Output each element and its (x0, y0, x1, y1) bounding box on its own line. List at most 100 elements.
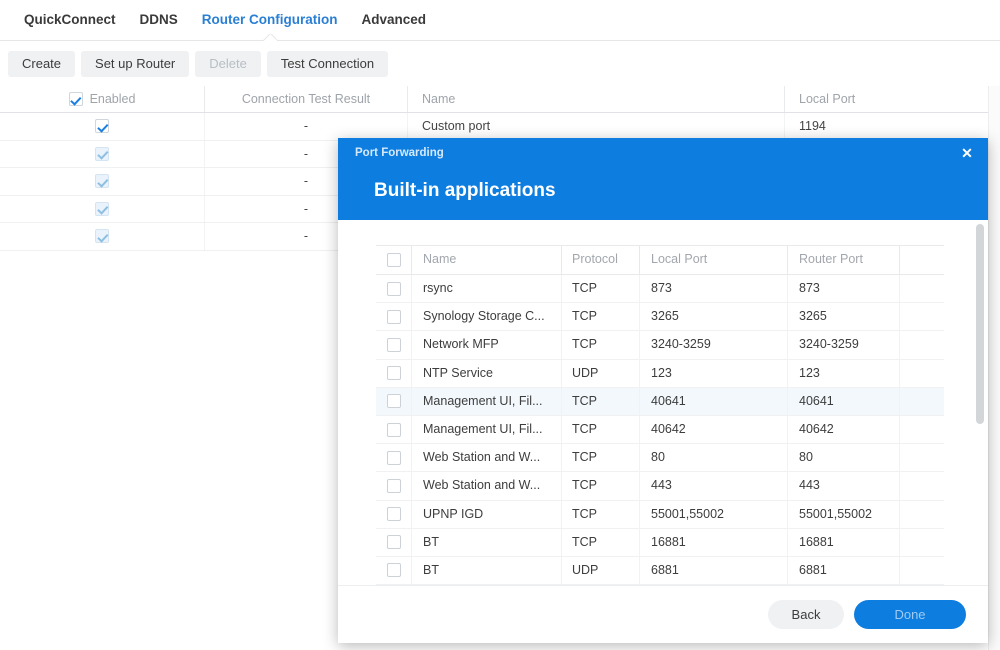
back-button[interactable]: Back (768, 600, 844, 629)
tab-bar: QuickConnect DDNS Router Configuration Adva… (0, 0, 1000, 41)
table-row[interactable]: NTP ServiceUDP123123 (376, 360, 944, 388)
cell-connection-test-result: - (205, 113, 408, 140)
table-row[interactable]: Synology Storage C...TCP32653265 (376, 303, 944, 331)
set-up-router-button[interactable]: Set up Router (81, 51, 189, 77)
dialog-table-body: rsyncTCP873873Synology Storage C...TCP32… (376, 275, 944, 613)
cell-protocol: TCP (562, 331, 640, 358)
cell-app-name: Web Station and W... (412, 444, 562, 471)
column-header-spacer (900, 246, 944, 274)
cell-enabled (0, 113, 205, 140)
cell-app-name: Synology Storage C... (412, 303, 562, 330)
table-row[interactable]: BTUDP68816881 (376, 557, 944, 585)
row-select-checkbox[interactable] (387, 507, 401, 521)
cell-enabled (0, 141, 205, 168)
cell-local-port: 443 (640, 472, 788, 499)
column-header-local-port: Local Port (640, 246, 788, 274)
cell-enabled (0, 168, 205, 195)
cell-local-port: 123 (640, 360, 788, 387)
cell-app-name: UPNP IGD (412, 501, 562, 528)
cell-select (376, 529, 412, 556)
cell-router-port: 123 (788, 360, 900, 387)
row-enabled-checkbox[interactable] (95, 119, 109, 133)
select-all-apps-checkbox[interactable] (387, 253, 401, 267)
cell-select (376, 303, 412, 330)
cell-router-port: 40642 (788, 416, 900, 443)
column-header-connection-test-result: Connection Test Result (205, 86, 408, 112)
tab-quickconnect[interactable]: QuickConnect (12, 0, 128, 40)
column-header-protocol: Protocol (562, 246, 640, 274)
table-row[interactable]: UPNP IGDTCP55001,5500255001,55002 (376, 501, 944, 529)
cell-router-port: 443 (788, 472, 900, 499)
table-row[interactable]: BTTCP1688116881 (376, 529, 944, 557)
row-enabled-checkbox[interactable] (95, 147, 109, 161)
page-scrollbar[interactable] (988, 86, 1000, 650)
dialog-scrollbar-thumb[interactable] (976, 224, 984, 424)
cell-select (376, 501, 412, 528)
cell-local-port: 40642 (640, 416, 788, 443)
port-forwarding-dialog: Port Forwarding ✕ Built-in applications … (338, 138, 988, 643)
cell-router-port: 40641 (788, 388, 900, 415)
row-select-checkbox[interactable] (387, 563, 401, 577)
table-row[interactable]: rsyncTCP873873 (376, 275, 944, 303)
active-tab-indicator (263, 34, 277, 41)
table-row[interactable]: -Custom port1194 (0, 113, 1000, 141)
tab-router-configuration[interactable]: Router Configuration (190, 0, 350, 40)
row-enabled-checkbox[interactable] (95, 202, 109, 216)
row-select-checkbox[interactable] (387, 366, 401, 380)
cell-app-name: Network MFP (412, 331, 562, 358)
tab-label: Router Configuration (202, 12, 338, 27)
row-enabled-checkbox[interactable] (95, 174, 109, 188)
column-header-select (376, 246, 412, 274)
tab-ddns[interactable]: DDNS (128, 0, 190, 40)
row-select-checkbox[interactable] (387, 451, 401, 465)
table-row[interactable]: Web Station and W...TCP443443 (376, 472, 944, 500)
router-configuration-page: QuickConnect DDNS Router Configuration Adva… (0, 0, 1000, 650)
cell-select (376, 360, 412, 387)
row-select-checkbox[interactable] (387, 310, 401, 324)
tab-advanced[interactable]: Advanced (350, 0, 439, 40)
cell-local-port: 873 (640, 275, 788, 302)
row-select-checkbox[interactable] (387, 282, 401, 296)
cell-select (376, 472, 412, 499)
test-connection-button[interactable]: Test Connection (267, 51, 388, 77)
cell-spacer (900, 557, 944, 584)
row-select-checkbox[interactable] (387, 394, 401, 408)
table-row[interactable]: Network MFPTCP3240-32593240-3259 (376, 331, 944, 359)
cell-spacer (900, 360, 944, 387)
delete-button: Delete (195, 51, 261, 77)
cell-select (376, 331, 412, 358)
cell-spacer (900, 444, 944, 471)
tab-label: QuickConnect (24, 12, 116, 27)
row-select-checkbox[interactable] (387, 423, 401, 437)
close-icon[interactable]: ✕ (959, 145, 975, 161)
column-header-enabled: Enabled (0, 86, 205, 112)
cell-select (376, 275, 412, 302)
cell-protocol: TCP (562, 472, 640, 499)
row-select-checkbox[interactable] (387, 479, 401, 493)
toolbar: Create Set up Router Delete Test Connect… (0, 41, 1000, 86)
cell-app-name: Management UI, Fil... (412, 388, 562, 415)
row-enabled-checkbox[interactable] (95, 229, 109, 243)
row-select-checkbox[interactable] (387, 535, 401, 549)
row-select-checkbox[interactable] (387, 338, 401, 352)
create-button[interactable]: Create (8, 51, 75, 77)
dialog-body: Name Protocol Local Port Router Port rsy… (338, 220, 988, 643)
dialog-table-header-row: Name Protocol Local Port Router Port (376, 245, 944, 275)
cell-local-port: 3240-3259 (640, 331, 788, 358)
cell-router-port: 6881 (788, 557, 900, 584)
cell-spacer (900, 501, 944, 528)
table-row[interactable]: Management UI, Fil...TCP4064140641 (376, 388, 944, 416)
tab-label: Advanced (362, 12, 427, 27)
table-row[interactable]: Management UI, Fil...TCP4064240642 (376, 416, 944, 444)
done-button[interactable]: Done (854, 600, 966, 629)
tab-list: QuickConnect DDNS Router Configuration Adva… (0, 0, 1000, 40)
cell-protocol: TCP (562, 529, 640, 556)
table-row[interactable]: Web Station and W...TCP8080 (376, 444, 944, 472)
dialog-footer: Back Done (338, 585, 988, 643)
cell-router-port: 80 (788, 444, 900, 471)
cell-local-port: 80 (640, 444, 788, 471)
cell-spacer (900, 472, 944, 499)
cell-router-port: 3265 (788, 303, 900, 330)
select-all-checkbox[interactable] (69, 92, 83, 106)
table-header-row: Enabled Connection Test Result Name Loca… (0, 86, 1000, 113)
